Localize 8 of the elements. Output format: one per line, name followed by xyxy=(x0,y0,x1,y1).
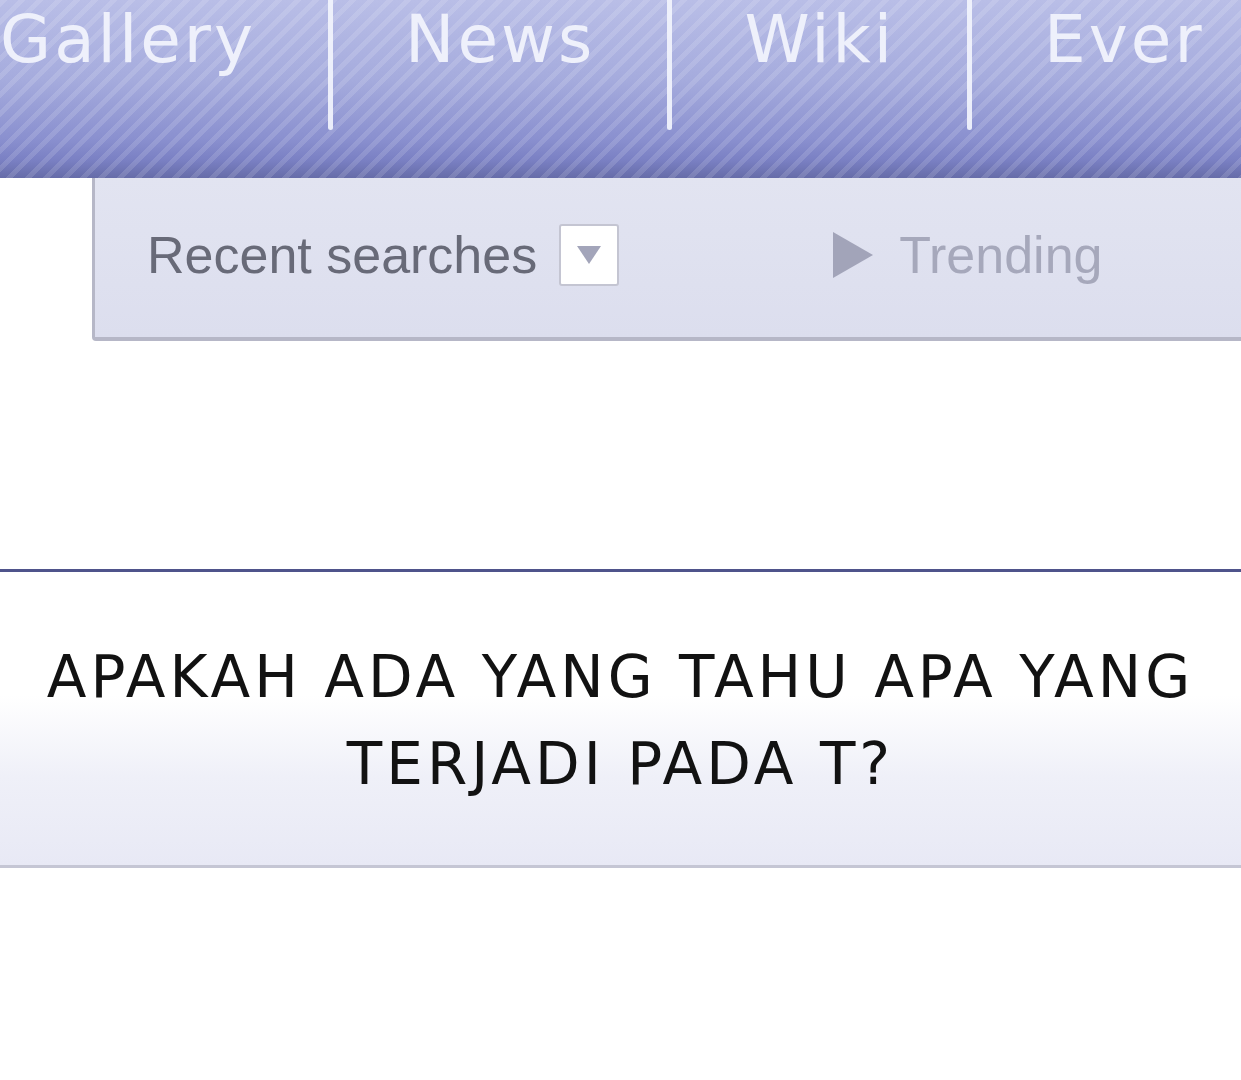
trending-toggle[interactable]: Trending xyxy=(833,224,1103,285)
nav-tab[interactable]: Ever xyxy=(972,0,1205,80)
recent-searches-dropdown[interactable]: Recent searches xyxy=(147,223,620,286)
nav-tab[interactable]: Wiki xyxy=(672,0,968,80)
nav-tab[interactable]: Gallery xyxy=(0,0,329,80)
caption-text: APAKAH ADA YANG TAHU APA YANG TERJADI PADA T? xyxy=(45,642,1196,800)
play-icon xyxy=(833,231,874,278)
nav-tab[interactable]: News xyxy=(333,0,668,80)
